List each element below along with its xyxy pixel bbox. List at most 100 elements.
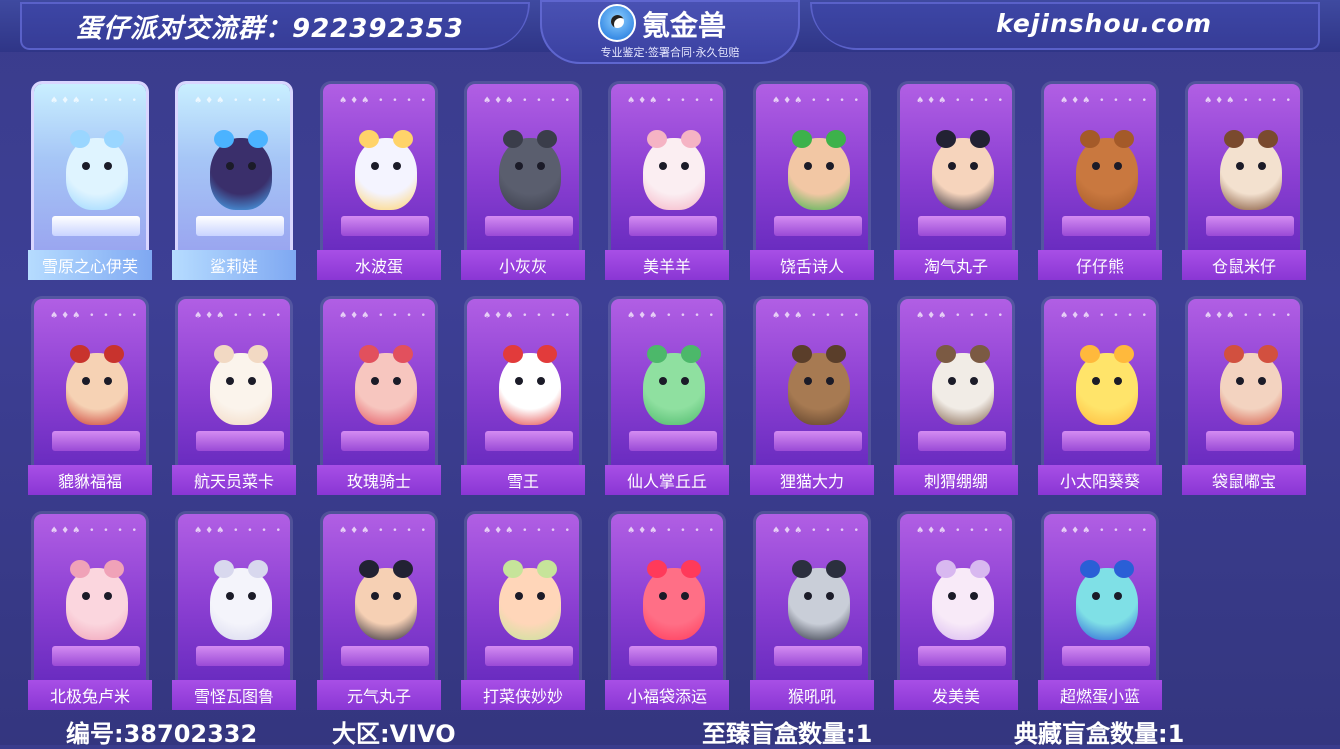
skin-name-label: 袋鼠嘟宝 [1182,465,1306,495]
card-display-frame: ♠♦♠ • • • • [900,514,1012,680]
skin-card[interactable]: ♠♦♠ • • • • 雪原之心伊芙 [28,82,152,282]
display-pedestal [52,646,140,666]
card-display-frame: ♠♦♠ • • • • [1044,514,1156,680]
skin-card[interactable]: ♠♦♠ • • • • 小太阳葵葵 [1038,297,1162,497]
skin-card[interactable]: ♠♦♠ • • • • 狸猫大力 [750,297,874,497]
card-display-frame: ♠♦♠ • • • • [1044,299,1156,465]
brand-slogan: 专业鉴定·签署合同·永久包赔 [600,46,740,59]
site-url[interactable]: kejinshou.com [996,9,1212,38]
skin-card[interactable]: ♠♦♠ • • • • 打菜侠妙妙 [461,512,585,712]
suit-decoration-icon: ♠♦♠ • • • • [1204,311,1294,321]
suit-decoration-icon: ♠♦♠ • • • • [916,96,1006,106]
skin-card[interactable]: ♠♦♠ • • • • 美羊羊 [605,82,729,282]
skin-card[interactable]: ♠♦♠ • • • • 貔貅福福 [28,297,152,497]
suit-decoration-icon: ♠♦♠ • • • • [194,311,284,321]
skin-card[interactable]: ♠♦♠ • • • • 刺猬绷绷 [894,297,1018,497]
skin-figure-icon [210,130,272,210]
skin-card[interactable]: ♠♦♠ • • • • 仓鼠米仔 [1182,82,1306,282]
skin-figure-icon [788,560,850,640]
brand-logo: 氪金兽 专业鉴定·签署合同·永久包赔 [540,0,800,64]
card-display-frame: ♠♦♠ • • • • [467,84,579,250]
display-pedestal [52,216,140,236]
skin-figure-icon [932,130,994,210]
skin-figure-icon [643,560,705,640]
skin-card[interactable]: ♠♦♠ • • • • 猴吼吼 [750,512,874,712]
card-display-frame: ♠♦♠ • • • • [900,84,1012,250]
suit-decoration-icon: ♠♦♠ • • • • [339,526,429,536]
card-display-frame: ♠♦♠ • • • • [34,299,146,465]
display-pedestal [629,646,717,666]
card-display-frame: ♠♦♠ • • • • [323,84,435,250]
suit-decoration-icon: ♠♦♠ • • • • [50,526,140,536]
display-pedestal [341,646,429,666]
display-pedestal [629,431,717,451]
skin-figure-icon [1076,345,1138,425]
skin-card[interactable]: ♠♦♠ • • • • 水波蛋 [317,82,441,282]
skin-figure-icon [1220,130,1282,210]
card-display-frame: ♠♦♠ • • • • [467,299,579,465]
skin-card[interactable]: ♠♦♠ • • • • 小灰灰 [461,82,585,282]
skin-name-label: 仓鼠米仔 [1182,250,1306,280]
skin-name-label: 元气丸子 [317,680,441,710]
skin-figure-icon [210,560,272,640]
card-display-frame: ♠♦♠ • • • • [611,299,723,465]
mascot-icon [598,4,636,42]
skin-figure-icon [643,130,705,210]
card-display-frame: ♠♦♠ • • • • [900,299,1012,465]
card-display-frame: ♠♦♠ • • • • [467,514,579,680]
card-display-frame: ♠♦♠ • • • • [323,299,435,465]
display-pedestal [196,216,284,236]
skin-name-label: 狸猫大力 [750,465,874,495]
skin-name-label: 水波蛋 [317,250,441,280]
suit-decoration-icon: ♠♦♠ • • • • [483,96,573,106]
suit-decoration-icon: ♠♦♠ • • • • [1060,311,1150,321]
skin-card[interactable]: ♠♦♠ • • • • 仙人掌丘丘 [605,297,729,497]
skin-name-label: 雪王 [461,465,585,495]
skin-name-label: 小太阳葵葵 [1038,465,1162,495]
account-id: 编号:38702332 [66,720,258,748]
skin-card[interactable]: ♠♦♠ • • • • 玫瑰骑士 [317,297,441,497]
skin-name-label: 仙人掌丘丘 [605,465,729,495]
region-label: 大区:VIVO [332,720,456,748]
display-pedestal [341,216,429,236]
display-pedestal [629,216,717,236]
suit-decoration-icon: ♠♦♠ • • • • [772,96,862,106]
skin-card[interactable]: ♠♦♠ • • • • 超燃蛋小蓝 [1038,512,1162,712]
skin-card[interactable]: ♠♦♠ • • • • 小福袋添运 [605,512,729,712]
skin-card[interactable]: ♠♦♠ • • • • 鲨莉娃 [172,82,296,282]
skin-card[interactable]: ♠♦♠ • • • • 航天员菜卡 [172,297,296,497]
skin-card[interactable]: ♠♦♠ • • • • 袋鼠嘟宝 [1182,297,1306,497]
skin-name-label: 美羊羊 [605,250,729,280]
skin-card[interactable]: ♠♦♠ • • • • 雪王 [461,297,585,497]
suit-decoration-icon: ♠♦♠ • • • • [916,311,1006,321]
skin-name-label: 打菜侠妙妙 [461,680,585,710]
display-pedestal [918,216,1006,236]
skin-figure-icon [355,560,417,640]
suit-decoration-icon: ♠♦♠ • • • • [483,311,573,321]
skin-card[interactable]: ♠♦♠ • • • • 雪怪瓦图鲁 [172,512,296,712]
skin-figure-icon [355,345,417,425]
display-pedestal [196,431,284,451]
skin-card[interactable]: ♠♦♠ • • • • 北极兔卢米 [28,512,152,712]
skin-name-label: 雪怪瓦图鲁 [172,680,296,710]
suit-decoration-icon: ♠♦♠ • • • • [772,311,862,321]
suit-decoration-icon: ♠♦♠ • • • • [339,311,429,321]
skin-card[interactable]: ♠♦♠ • • • • 元气丸子 [317,512,441,712]
display-pedestal [485,216,573,236]
skin-name-label: 发美美 [894,680,1018,710]
skin-figure-icon [499,560,561,640]
card-display-frame: ♠♦♠ • • • • [756,84,868,250]
skin-figure-icon [932,560,994,640]
skin-card[interactable]: ♠♦♠ • • • • 饶舌诗人 [750,82,874,282]
skin-card[interactable]: ♠♦♠ • • • • 仔仔熊 [1038,82,1162,282]
display-pedestal [774,216,862,236]
display-pedestal [485,646,573,666]
skin-figure-icon [643,345,705,425]
suit-decoration-icon: ♠♦♠ • • • • [916,526,1006,536]
suit-decoration-icon: ♠♦♠ • • • • [1060,526,1150,536]
suit-decoration-icon: ♠♦♠ • • • • [1060,96,1150,106]
group-number-text: 蛋仔派对交流群：922392353 [76,14,464,44]
skin-card[interactable]: ♠♦♠ • • • • 发美美 [894,512,1018,712]
skin-card[interactable]: ♠♦♠ • • • • 淘气丸子 [894,82,1018,282]
brand-name: 氪金兽 [642,9,727,42]
